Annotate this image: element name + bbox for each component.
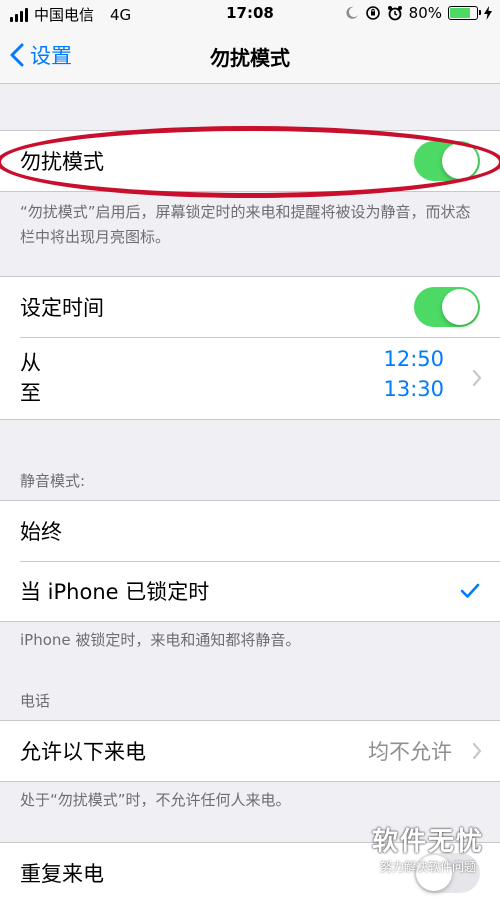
watermark: 软件无忧 努力解决软件问题 [372, 821, 484, 875]
navigation-bar: 设置 勿扰模式 [0, 28, 500, 84]
dnd-note: “勿扰模式”启用后，屏幕锁定时的来电和提醒将被设为静音，而状态栏中将出现月亮图标… [20, 203, 471, 246]
allow-calls-row[interactable]: 允许以下来电 均不允许 [0, 721, 500, 781]
moon-icon [346, 6, 358, 19]
page-title: 勿扰模式 [210, 46, 290, 70]
battery-percent: 80% [408, 4, 442, 22]
watermark-sub: 努力解决软件问题 [379, 860, 476, 874]
dnd-label: 勿扰模式 [20, 150, 104, 174]
silence-header: 静音模式: [20, 472, 86, 490]
silence-group: 始终 当 iPhone 已锁定时 [0, 500, 500, 622]
phone-header: 电话 [20, 692, 51, 710]
schedule-time-row[interactable]: 从 至 12:50 13:30 [0, 337, 500, 419]
silence-note: iPhone 被锁定时，来电和通知都将静音。 [20, 631, 301, 649]
dnd-toggle[interactable] [414, 141, 480, 181]
schedule-group: 设定时间 从 至 12:50 13:30 [0, 276, 500, 420]
alarm-icon [387, 6, 402, 21]
battery-icon [448, 6, 481, 20]
toggle-knob [442, 289, 478, 325]
toggle-knob [442, 143, 478, 179]
silence-option-always[interactable]: 始终 [0, 501, 500, 561]
allow-calls-value: 均不允许 [368, 740, 452, 764]
schedule-toggle[interactable] [414, 287, 480, 327]
dnd-group: 勿扰模式 [0, 130, 500, 192]
option-label: 当 iPhone 已锁定时 [20, 580, 210, 604]
from-time: 12:50 [383, 347, 444, 371]
status-bar: 中国电信 4G 17:08 80% [0, 0, 500, 28]
status-right: 80% [345, 4, 492, 22]
option-label: 始终 [20, 520, 62, 544]
to-time: 13:30 [383, 377, 444, 401]
from-label: 从 [20, 351, 41, 375]
checkmark-icon [460, 583, 480, 598]
schedule-label: 设定时间 [20, 296, 104, 320]
watermark-main: 软件无忧 [371, 827, 484, 857]
chevron-right-icon [472, 369, 482, 387]
dnd-row: 勿扰模式 [0, 131, 500, 191]
repeat-calls-label: 重复来电 [20, 862, 104, 886]
orientation-lock-icon [365, 6, 380, 20]
schedule-row: 设定时间 [0, 277, 500, 337]
phone-group: 允许以下来电 均不允许 [0, 720, 500, 782]
allow-calls-label: 允许以下来电 [20, 740, 146, 764]
to-label: 至 [20, 381, 41, 405]
phone-note: 处于“勿扰模式”时，不允许任何人来电。 [20, 791, 291, 809]
charging-icon [484, 6, 492, 20]
silence-option-locked[interactable]: 当 iPhone 已锁定时 [0, 561, 500, 621]
chevron-right-icon [472, 742, 482, 760]
